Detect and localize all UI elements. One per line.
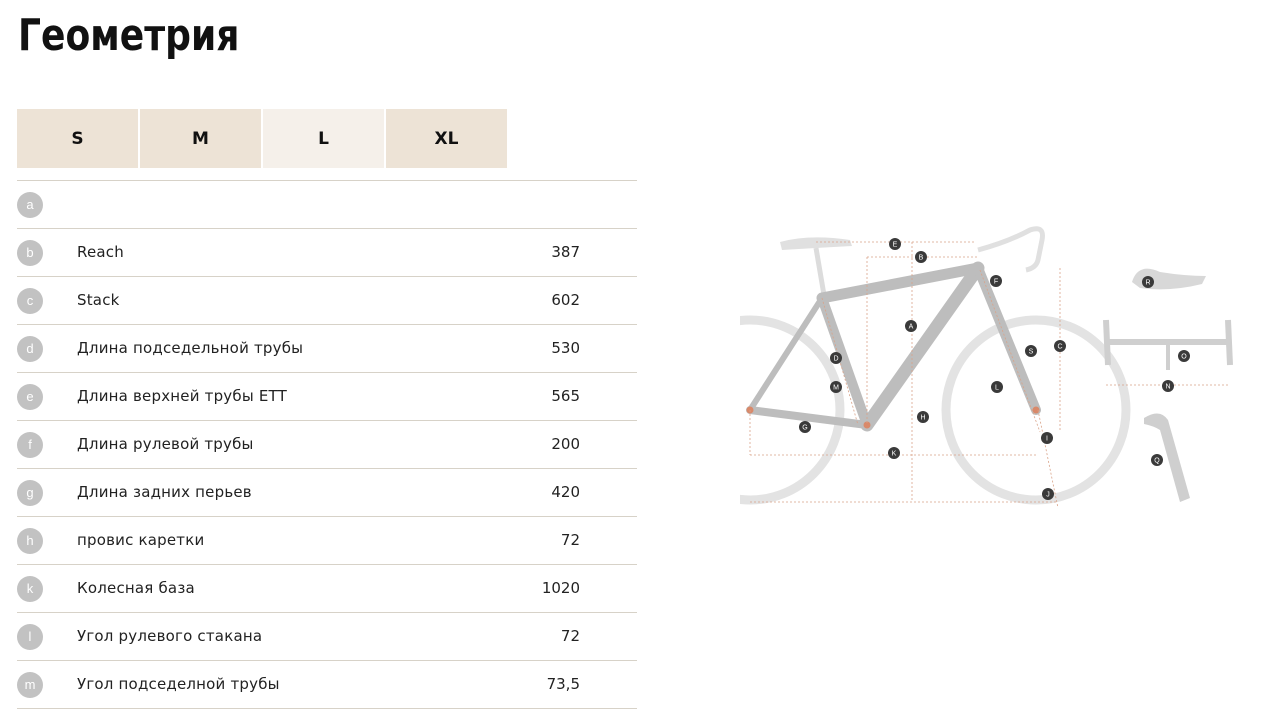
table-row: c Stack 602 <box>17 276 637 324</box>
row-value: 72 <box>560 531 580 549</box>
seatpost-detail-icon <box>1144 413 1190 502</box>
size-tab-s[interactable]: S <box>17 109 138 168</box>
table-row: g Длина задних перьев 420 <box>17 468 637 516</box>
marker-s: S <box>1029 349 1034 356</box>
bike-diagram-svg: E B A F C S D M L H G K I J R O N Q <box>655 226 1233 509</box>
table-row: b Reach 387 <box>17 228 637 276</box>
table-row: e Длина верхней трубы ETT 565 <box>17 372 637 420</box>
marker-o: O <box>1181 354 1187 361</box>
row-badge: h <box>17 528 43 554</box>
row-value: 602 <box>551 291 580 309</box>
size-tab-xl[interactable]: XL <box>386 109 507 168</box>
marker-d: D <box>833 356 838 363</box>
row-badge: k <box>17 576 43 602</box>
bike-frame-icon <box>746 261 1041 432</box>
marker-k: K <box>892 451 897 458</box>
row-label: Колесная база <box>77 579 195 597</box>
marker-h: H <box>920 415 925 422</box>
row-badge: c <box>17 288 43 314</box>
row-label: провис каретки <box>77 531 205 549</box>
row-value: 565 <box>551 387 580 405</box>
marker-c: C <box>1057 344 1062 351</box>
row-badge: e <box>17 384 43 410</box>
row-value: 1020 <box>541 579 580 597</box>
marker-b: B <box>919 255 924 262</box>
row-label: Длина подседельной трубы <box>77 339 304 357</box>
row-value: 387 <box>551 243 580 261</box>
marker-e: E <box>893 242 898 249</box>
row-badge: m <box>17 672 43 698</box>
row-badge: b <box>17 240 43 266</box>
row-value: 73,5 <box>546 675 580 693</box>
row-label: Длина верхней трубы ETT <box>77 387 287 405</box>
table-row: h провис каретки 72 <box>17 516 637 564</box>
marker-l: L <box>995 385 999 392</box>
marker-j: J <box>1046 492 1050 499</box>
marker-a: A <box>909 324 914 331</box>
row-label: Stack <box>77 291 120 309</box>
marker-n: N <box>1165 384 1170 391</box>
page-title: Геометрия <box>18 10 240 61</box>
row-label: Длина задних перьев <box>77 483 252 501</box>
size-tab-m[interactable]: M <box>140 109 261 168</box>
bike-geometry-diagram: E B A F C S D M L H G K I J R O N Q <box>655 220 1240 520</box>
row-badge: g <box>17 480 43 506</box>
row-badge: f <box>17 432 43 458</box>
marker-g: G <box>802 425 807 432</box>
row-label: Угол рулевого стакана <box>77 627 263 645</box>
geometry-table: a b Reach 387 c Stack 602 d Длина подсед… <box>17 180 637 709</box>
row-value: 530 <box>551 339 580 357</box>
table-row: f Длина рулевой трубы 200 <box>17 420 637 468</box>
row-value: 72 <box>560 627 580 645</box>
row-value: 420 <box>551 483 580 501</box>
row-label: Угол подседелной трубы <box>77 675 280 693</box>
marker-r: R <box>1145 280 1150 287</box>
table-row: m Угол подседелной трубы 73,5 <box>17 660 637 709</box>
row-label: Длина рулевой трубы <box>77 435 254 453</box>
marker-i: I <box>1046 436 1048 443</box>
row-badge: l <box>17 624 43 650</box>
marker-f: F <box>994 279 998 286</box>
row-label: Reach <box>77 243 124 261</box>
row-badge: a <box>17 192 43 218</box>
row-badge: d <box>17 336 43 362</box>
table-row: l Угол рулевого стакана 72 <box>17 612 637 660</box>
table-row: k Колесная база 1020 <box>17 564 637 612</box>
table-row: a <box>17 180 637 228</box>
table-row: d Длина подседельной трубы 530 <box>17 324 637 372</box>
row-value: 200 <box>551 435 580 453</box>
size-selector: S M L XL <box>17 109 509 168</box>
marker-m: M <box>833 385 839 392</box>
marker-q: Q <box>1154 458 1160 465</box>
size-tab-l[interactable]: L <box>263 109 384 168</box>
